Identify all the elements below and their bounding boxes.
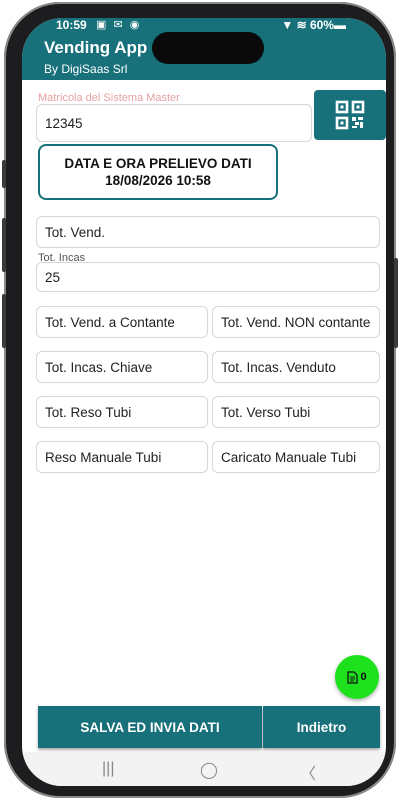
incas-venduto-input[interactable]: Tot. Incas. Venduto <box>212 351 380 383</box>
qr-scan-button[interactable] <box>314 90 386 140</box>
status-time: 10:59 <box>56 18 87 32</box>
documents-fab[interactable]: 0 <box>335 655 379 699</box>
power-button <box>394 258 398 348</box>
datetime-box[interactable]: DATA E ORA PRELIEVO DATI 18/08/2026 10:5… <box>38 144 278 200</box>
app-subtitle: By DigiSaas Srl <box>44 62 128 76</box>
vend-contante-input[interactable]: Tot. Vend. a Contante <box>36 306 208 338</box>
battery-icon: ▼ ≋ 60%▬ <box>281 18 346 32</box>
recent-apps-icon[interactable]: ||| <box>102 760 114 778</box>
tot-incas-input[interactable]: 25 <box>36 262 380 292</box>
reso-tubi-input[interactable]: Tot. Reso Tubi <box>36 396 208 428</box>
app-title: Vending App F <box>44 38 163 57</box>
side-button <box>2 294 6 348</box>
nav-back-icon[interactable]: 〈 <box>300 760 316 784</box>
status-bar: 10:59 ▣ ✉ ◉ ▼ ≋ 60%▬ <box>22 18 386 32</box>
documents-count: 0 <box>360 671 367 683</box>
save-send-button[interactable]: SALVA ED INVIA DATI <box>38 706 262 748</box>
system-nav-bar: ||| ◯ 〈 <box>22 752 386 786</box>
notification-icons: ▣ ✉ ◉ <box>96 19 142 31</box>
qr-code-icon <box>335 100 365 130</box>
caricato-manuale-input[interactable]: Caricato Manuale Tubi <box>212 441 380 473</box>
verso-tubi-input[interactable]: Tot. Verso Tubi <box>212 396 380 428</box>
datetime-value: 18/08/2026 10:58 <box>105 173 211 188</box>
matricola-label: Matricola del Sistema Master <box>38 92 180 104</box>
tot-vend-input[interactable]: Tot. Vend. <box>36 216 380 248</box>
home-icon[interactable]: ◯ <box>200 760 218 780</box>
incas-chiave-input[interactable]: Tot. Incas. Chiave <box>36 351 208 383</box>
phone-frame: 10:59 ▣ ✉ ◉ ▼ ≋ 60%▬ Vending App F By Di… <box>2 2 398 798</box>
datetime-title: DATA E ORA PRELIEVO DATI <box>64 156 252 171</box>
document-icon <box>347 670 359 684</box>
camera-notch <box>152 32 264 64</box>
side-button <box>2 218 6 272</box>
reso-manuale-input[interactable]: Reso Manuale Tubi <box>36 441 208 473</box>
side-button <box>2 160 6 188</box>
vend-non-contante-input[interactable]: Tot. Vend. NON contante <box>212 306 380 338</box>
back-button[interactable]: Indietro <box>263 706 380 748</box>
screen: 10:59 ▣ ✉ ◉ ▼ ≋ 60%▬ Vending App F By Di… <box>22 18 386 786</box>
matricola-input[interactable]: 12345 <box>36 104 312 142</box>
